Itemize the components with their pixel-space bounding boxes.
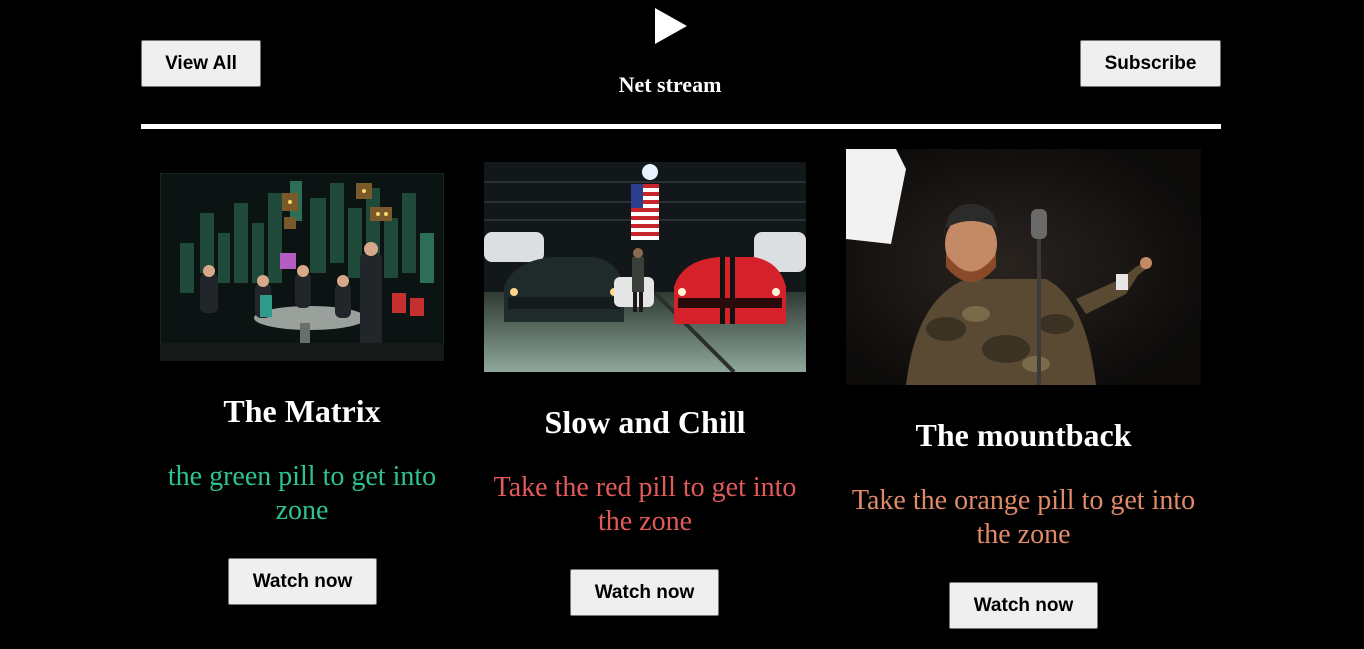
movie-tagline: the green pill to get into zone — [167, 461, 437, 526]
movie-title: The mountback — [915, 417, 1132, 453]
header-divider — [141, 124, 1221, 129]
movie-tagline: Take the red pill to get into the zone — [493, 472, 797, 537]
watch-now-button-mountback[interactable]: Watch now — [949, 582, 1098, 629]
watch-now-button-matrix[interactable]: Watch now — [228, 558, 377, 605]
watch-now-button-slow-and-chill[interactable]: Watch now — [570, 569, 719, 616]
play-icon[interactable] — [655, 8, 687, 44]
movie-poster-slow-and-chill[interactable] — [484, 162, 806, 372]
subscribe-button[interactable]: Subscribe — [1080, 40, 1221, 87]
movie-card-slow-and-chill: Slow and Chill Take the red pill to get … — [484, 404, 806, 539]
movie-title: The Matrix — [223, 393, 381, 429]
movie-card-matrix: The Matrix the green pill to get into zo… — [160, 393, 444, 528]
movie-poster-matrix[interactable] — [160, 173, 444, 361]
brand-title: Net stream — [618, 72, 722, 97]
movie-card-mountback: The mountback Take the orange pill to ge… — [846, 417, 1201, 552]
view-all-button[interactable]: View All — [141, 40, 261, 87]
movie-title: Slow and Chill — [544, 404, 746, 440]
movie-tagline: Take the orange pill to get into the zon… — [851, 485, 1196, 550]
movie-poster-mountback[interactable] — [846, 149, 1201, 385]
